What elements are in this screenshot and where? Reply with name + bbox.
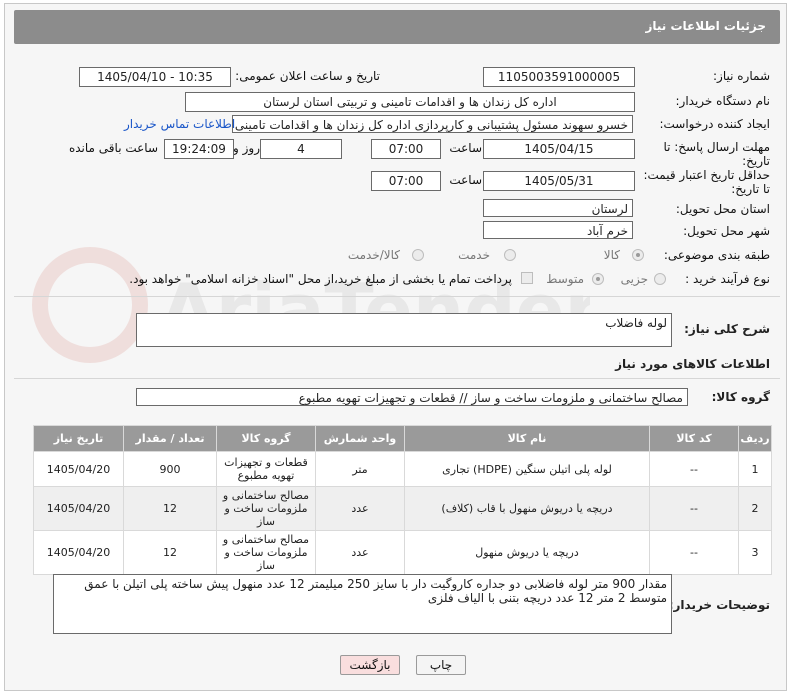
cell-group: قطعات و تجهیزات تهویه مطبوع: [216, 451, 316, 487]
table-row: 3 -- دریچه یا دریوش منهول عدد مصالح ساخت…: [33, 530, 772, 575]
cell-code: --: [649, 486, 739, 531]
goods-section-title: اطلاعات کالاهای مورد نیاز: [615, 357, 770, 371]
cell-idx: 1: [738, 451, 772, 487]
cell-name: دریچه یا دریوش منهول: [404, 530, 650, 575]
category-service-label: خدمت: [458, 248, 490, 262]
category-both-radio[interactable]: [412, 249, 424, 261]
remaining-label: ساعت باقی مانده: [68, 141, 158, 155]
process-minor-label: جزیی: [620, 272, 648, 286]
cell-date: 1405/04/20: [33, 451, 124, 487]
cell-qty: 12: [123, 486, 217, 531]
cell-unit: متر: [315, 451, 405, 487]
col-date-header: تاریخ نیاز: [33, 425, 124, 452]
cell-unit: عدد: [315, 486, 405, 531]
title-bar: جزئیات اطلاعات نیاز: [14, 10, 780, 44]
col-code-header: کد کالا: [649, 425, 739, 452]
goods-group-field: مصالح ساختمانی و ملزومات ساخت و ساز // ق…: [136, 388, 688, 406]
description-label: شرح کلی نیاز:: [684, 322, 770, 336]
col-row-header: ردیف: [738, 425, 772, 452]
creator-field: خسرو سهوند مسئول پشتیبانی و کارپردازی اد…: [232, 115, 633, 133]
col-name-header: نام کالا: [404, 425, 650, 452]
col-qty-header: تعداد / مقدار: [123, 425, 217, 452]
divider: [14, 296, 780, 297]
treasury-payment-checkbox[interactable]: [521, 272, 533, 284]
price-date-field: 1405/05/31: [483, 171, 635, 191]
cell-name: لوله پلی اتیلن سنگین (HDPE) تجاری: [404, 451, 650, 487]
cell-unit: عدد: [315, 530, 405, 575]
contact-buyer-link[interactable]: اطلاعات تماس خریدار: [124, 117, 235, 131]
deadline-label: مهلت ارسال پاسخ: تا تاریخ:: [663, 140, 770, 168]
deadline-date-field: 1405/04/15: [483, 139, 635, 159]
process-label: نوع فرآیند خرید :: [685, 272, 770, 286]
col-unit-header: واحد شمارش: [315, 425, 405, 452]
remaining-time-field: 19:24:09: [164, 139, 234, 159]
category-both-label: کالا/خدمت: [347, 248, 400, 262]
cell-name: دریچه یا دریوش منهول با قاب (کلاف): [404, 486, 650, 531]
buyer-org-label: نام دستگاه خریدار:: [675, 94, 771, 108]
cell-idx: 2: [738, 486, 772, 531]
cell-group: مصالح ساختمانی و ملزومات ساخت و ساز: [216, 530, 316, 575]
table-row: 2 -- دریچه یا دریوش منهول با قاب (کلاف) …: [33, 486, 772, 531]
announce-label: تاریخ و ساعت اعلان عمومی:: [235, 69, 380, 83]
city-field: خرم آباد: [483, 221, 633, 239]
announce-field: 1405/04/10 - 10:35: [79, 67, 231, 87]
cell-date: 1405/04/20: [33, 530, 124, 575]
goods-table: ردیف کد کالا نام کالا واحد شمارش گروه کا…: [33, 425, 772, 575]
buyer-org-field: اداره کل زندان ها و اقدامات تامینی و ترب…: [185, 92, 635, 112]
back-button[interactable]: بازگشت: [340, 655, 400, 675]
days-label: روز و: [233, 141, 260, 155]
table-row: 1 -- لوله پلی اتیلن سنگین (HDPE) تجاری م…: [33, 451, 772, 487]
cell-qty: 12: [123, 530, 217, 575]
price-time-field: 07:00: [371, 171, 441, 191]
category-goods-radio[interactable]: [632, 249, 644, 261]
price-time-label: ساعت: [449, 173, 482, 187]
process-minor-radio[interactable]: [654, 273, 666, 285]
cell-code: --: [649, 451, 739, 487]
need-number-label: شماره نیاز:: [713, 69, 770, 83]
col-group-header: گروه کالا: [216, 425, 316, 452]
city-label: شهر محل تحویل:: [683, 224, 770, 238]
category-goods-label: کالا: [603, 248, 620, 262]
print-button[interactable]: چاپ: [416, 655, 466, 675]
cell-code: --: [649, 530, 739, 575]
cell-date: 1405/04/20: [33, 486, 124, 531]
process-medium-radio[interactable]: [592, 273, 604, 285]
cell-group: مصالح ساختمانی و ملزومات ساخت و ساز: [216, 486, 316, 531]
province-field: لرستان: [483, 199, 633, 217]
province-label: استان محل تحویل:: [675, 202, 770, 216]
divider: [14, 378, 780, 379]
goods-group-label: گروه کالا:: [711, 390, 770, 404]
category-service-radio[interactable]: [504, 249, 516, 261]
creator-label: ایجاد کننده درخواست:: [659, 117, 770, 131]
need-number-field: 1105003591000005: [483, 67, 635, 87]
deadline-time-field: 07:00: [371, 139, 441, 159]
category-label: طبقه بندی موضوعی:: [663, 248, 770, 262]
process-medium-label: متوسط: [546, 272, 584, 286]
treasury-payment-note: پرداخت تمام یا بخشی از مبلغ خرید،از محل …: [129, 272, 512, 286]
buyer-notes-textarea[interactable]: مقدار 900 متر لوله فاضلابی دو جداره کارو…: [53, 574, 672, 634]
price-validity-label: حداقل تاریخ اعتبار قیمت: تا تاریخ:: [643, 168, 770, 196]
buyer-notes-label: توضیحات خریدار:: [668, 598, 770, 612]
deadline-time-label: ساعت: [449, 141, 482, 155]
page-title: جزئیات اطلاعات نیاز: [645, 19, 766, 33]
cell-idx: 3: [738, 530, 772, 575]
cell-qty: 900: [123, 451, 217, 487]
description-textarea[interactable]: لوله فاضلاب: [136, 313, 672, 347]
days-field: 4: [260, 139, 342, 159]
